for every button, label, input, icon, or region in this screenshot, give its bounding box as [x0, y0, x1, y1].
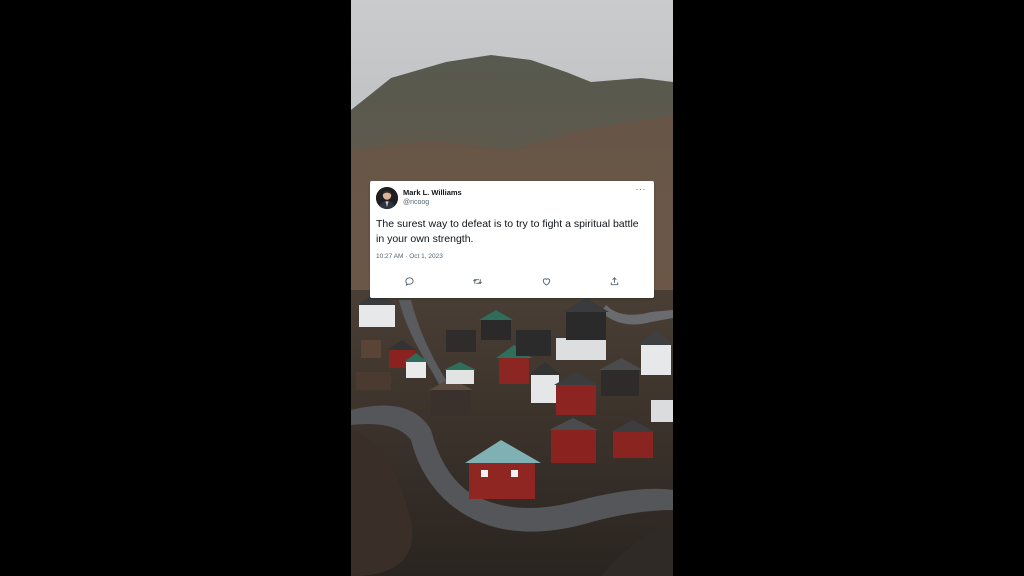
tweet-timestamp[interactable]: 10:27 AM · Oct 1, 2023: [376, 253, 443, 260]
author-name[interactable]: Mark L. Williams: [403, 188, 462, 197]
tweet-text: The surest way to defeat is to try to fi…: [376, 218, 639, 245]
share-icon: [610, 276, 618, 285]
more-options-button[interactable]: ···: [636, 184, 647, 194]
retweet-icon: [472, 278, 482, 284]
retweet-button[interactable]: [468, 272, 486, 290]
tweet-card[interactable]: Mark L. Williams @ncoog ··· The surest w…: [370, 181, 654, 298]
avatar[interactable]: [376, 187, 398, 209]
like-icon: [542, 277, 550, 286]
author-photo-icon: [376, 187, 398, 209]
like-button[interactable]: [537, 272, 555, 290]
author-handle[interactable]: @ncoog: [403, 199, 429, 206]
tweet-actions: [370, 272, 654, 290]
reply-icon: [404, 276, 414, 286]
reply-button[interactable]: [400, 272, 418, 290]
share-button[interactable]: [605, 272, 623, 290]
